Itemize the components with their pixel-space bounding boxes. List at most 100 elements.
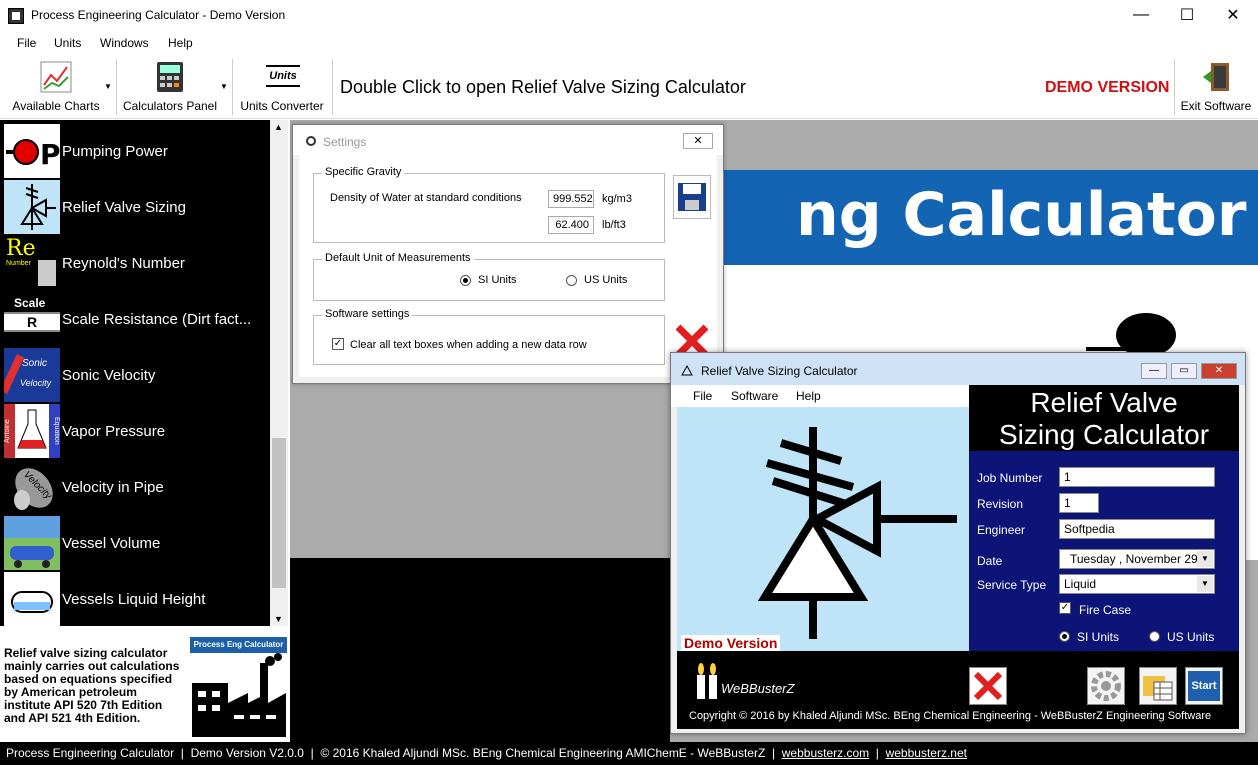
rv-minimize-button[interactable]: — [1141, 363, 1167, 379]
maximize-button[interactable]: ☐ [1164, 0, 1210, 30]
toolbar: Available Charts ▼ Calculators Panel ▼ U… [0, 55, 1258, 119]
background-graphic [1086, 313, 1176, 355]
rv-menu-file[interactable]: File [693, 389, 712, 403]
revision-field[interactable]: 1 [1059, 493, 1099, 513]
list-item-vessel-volume[interactable]: Vessel Volume [4, 514, 268, 570]
menu-file[interactable]: File [17, 36, 36, 50]
engineer-field[interactable]: Softpedia [1059, 519, 1215, 539]
list-item-pumping-power[interactable]: P Pumping Power [4, 122, 268, 178]
menu-help[interactable]: Help [168, 36, 193, 50]
scrollbar-thumb[interactable] [272, 438, 286, 588]
specific-gravity-group: Specific Gravity Density of Water at sta… [313, 166, 665, 243]
list-item-label: Relief Valve Sizing [62, 199, 186, 216]
copyright-text: Copyright © 2016 by Khaled Aljundi MSc. … [689, 710, 1212, 722]
us-units-radio[interactable] [566, 275, 577, 286]
chevron-down-icon[interactable]: ▼ [1197, 576, 1213, 592]
liquid-height-icon [4, 572, 60, 626]
demo-version-label: Demo Version [681, 635, 781, 651]
folder-table-icon [1143, 676, 1173, 701]
relief-valve-title: Relief Valve Sizing Calculator [701, 364, 858, 378]
close-button[interactable]: ✕ [1210, 0, 1256, 30]
rv-menu-help[interactable]: Help [796, 389, 821, 403]
units-converter-button[interactable]: Units Units Converter [236, 59, 328, 115]
toolbar-hint: Double Click to open Relief Valve Sizing… [340, 77, 746, 97]
chevron-down-icon[interactable]: ▼ [220, 82, 228, 91]
list-item-label: Velocity in Pipe [62, 479, 164, 496]
list-item-label: Pumping Power [62, 143, 168, 160]
density-us-field[interactable]: 62.400 [548, 216, 594, 234]
rv-maximize-button[interactable]: ▭ [1171, 363, 1197, 379]
header-line-2: Sizing Calculator [998, 419, 1210, 450]
rv-close-button[interactable]: ✕ [1201, 363, 1237, 379]
process-eng-logo: Process Eng Calculator [190, 637, 287, 737]
webbusterz-logo: WeBBusterZ [693, 661, 813, 705]
scroll-down-icon[interactable]: ▼ [274, 614, 283, 624]
relief-valve-window: Relief Valve Sizing Calculator — ▭ ✕ Fil… [670, 352, 1246, 734]
list-item-velocity-in-pipe[interactable]: Velocity Velocity in Pipe [4, 458, 268, 514]
list-item-label: Scale Resistance (Dirt fact... [62, 311, 252, 328]
rv-us-units-radio[interactable] [1149, 631, 1160, 642]
service-type-select[interactable]: Liquid ▼ [1059, 574, 1215, 594]
sonic-icon: Sonic Velocity [4, 348, 60, 402]
open-data-button[interactable] [1139, 667, 1177, 705]
menu-windows[interactable]: Windows [100, 36, 149, 50]
software-settings-group: Software settings ✓ Clear all text boxes… [313, 308, 665, 365]
relief-valve-diagram [677, 407, 969, 651]
reset-button[interactable] [969, 667, 1007, 705]
density-si-field[interactable]: 999.552 [548, 190, 594, 208]
list-item-label: Vessel Volume [62, 535, 161, 552]
list-item-label: Reynold's Number [62, 255, 185, 272]
floppy-disk-icon [678, 183, 706, 211]
start-button[interactable]: Start [1185, 667, 1223, 705]
date-label: Date [977, 554, 1003, 568]
rv-si-units-radio[interactable] [1059, 631, 1070, 642]
minimize-button[interactable]: — [1118, 0, 1164, 30]
list-item-reynolds-number[interactable]: Re Number Reynold's Number [4, 234, 268, 290]
logo-label: Process Eng Calculator [190, 637, 287, 653]
job-number-field[interactable]: 1 [1059, 467, 1215, 487]
exit-software-button[interactable]: Exit Software [1178, 59, 1254, 115]
vessel-icon [4, 516, 60, 570]
webbusterz-com-link[interactable]: webbusterz.com [782, 746, 869, 760]
available-charts-label: Available Charts [12, 99, 100, 113]
clear-boxes-checkbox[interactable]: ✓ [332, 338, 344, 350]
list-item-label: Vessels Liquid Height [62, 591, 206, 608]
menu-units[interactable]: Units [54, 36, 81, 50]
calculator-icon [157, 62, 183, 92]
list-item-vapor-pressure[interactable]: Antoine Equation Vapor Pressure [4, 402, 268, 458]
header-line-1: Relief Valve [1030, 387, 1178, 418]
toolbar-divider [332, 59, 333, 115]
save-button[interactable] [673, 175, 711, 219]
list-item-sonic-velocity[interactable]: Sonic Velocity Sonic Velocity [4, 346, 268, 402]
toolbar-divider [232, 59, 233, 115]
settings-title-bar: Settings ✕ [293, 125, 723, 155]
settings-dialog: Settings ✕ Specific Gravity Density of W… [292, 124, 724, 384]
list-item-scale-resistance[interactable]: Scale R Scale Resistance (Dirt fact... [4, 290, 268, 346]
brand-label: WeBBusterZ [721, 681, 795, 696]
reynolds-icon: Re Number [4, 236, 60, 290]
list-item-vessels-liquid-height[interactable]: Vessels Liquid Height [4, 570, 268, 626]
chevron-down-icon[interactable]: ▼ [1197, 551, 1213, 567]
relief-valve-form: Job Number 1 Revision 1 Engineer Softped… [969, 451, 1239, 651]
pump-icon: P [4, 124, 60, 178]
si-units-radio[interactable] [460, 275, 471, 286]
date-picker[interactable]: Tuesday , November 29, ▼ [1059, 549, 1215, 569]
webbusterz-net-link[interactable]: webbusterz.net [886, 746, 967, 760]
rv-menu-software[interactable]: Software [731, 389, 778, 403]
settings-button[interactable] [1087, 667, 1125, 705]
settings-close-button[interactable]: ✕ [683, 133, 713, 149]
demo-version-badge: DEMO VERSION [1045, 79, 1170, 96]
fire-case-checkbox[interactable]: ✓ [1059, 602, 1071, 614]
scroll-up-icon[interactable]: ▲ [274, 122, 283, 132]
list-item-relief-valve-sizing[interactable]: Relief Valve Sizing [4, 178, 268, 234]
available-charts-button[interactable]: Available Charts [8, 59, 104, 115]
toolbar-divider [116, 59, 117, 115]
chevron-down-icon[interactable]: ▼ [104, 82, 112, 91]
app-icon [8, 8, 24, 24]
flask-icon: Antoine Equation [4, 404, 60, 458]
candle-icon [697, 663, 717, 699]
calculators-panel-button[interactable]: Calculators Panel [120, 59, 220, 115]
relief-valve-icon [757, 427, 957, 639]
background-dark-area [290, 558, 670, 742]
default-units-group: Default Unit of Measurements SI Units US… [313, 252, 665, 301]
